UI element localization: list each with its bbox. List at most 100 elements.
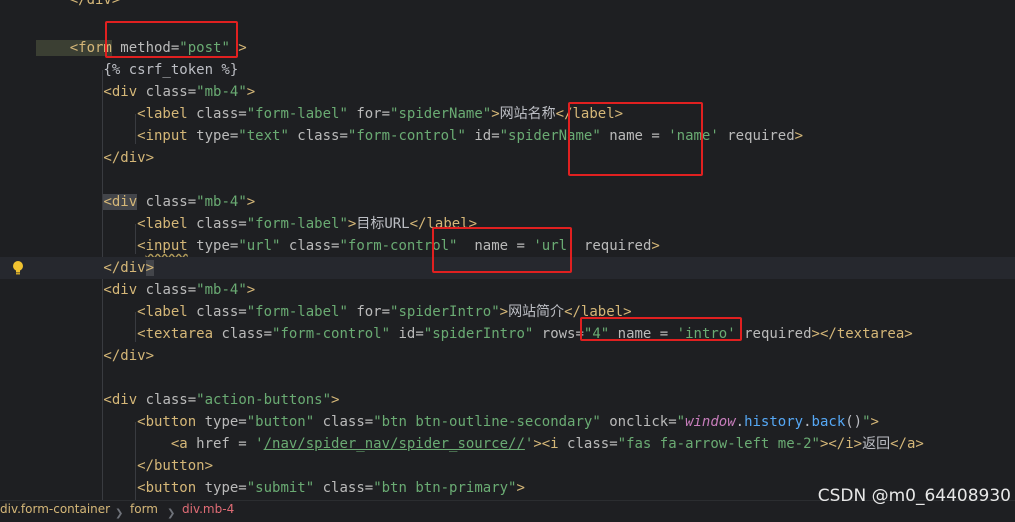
code-token: </div> bbox=[36, 0, 121, 8]
code-token: 网站名称 bbox=[499, 106, 556, 122]
code-token: class= bbox=[187, 304, 247, 320]
code-editor[interactable]: </div> <form method="post" > {% csrf_tok… bbox=[0, 0, 1015, 500]
code-line-content: <div class="action-buttons"> bbox=[36, 389, 339, 411]
code-token: 返回 bbox=[862, 436, 891, 452]
breadcrumb-item-form-container[interactable]: div.form-container bbox=[0, 501, 110, 518]
code-token: "spiderIntro" bbox=[423, 326, 534, 342]
code-token: class= bbox=[137, 84, 197, 100]
code-line[interactable]: {% csrf_token %} bbox=[0, 59, 1015, 81]
code-token: required bbox=[575, 238, 652, 254]
code-line[interactable]: <div class="mb-4"> bbox=[0, 279, 1015, 301]
annotation-box-url-attr bbox=[432, 227, 572, 273]
code-line[interactable]: <textarea class="form-control" id="spide… bbox=[0, 323, 1015, 345]
code-token: <button bbox=[36, 414, 197, 430]
code-token: "url" bbox=[238, 238, 281, 254]
code-line[interactable]: <label class="form-label" for="spiderNam… bbox=[0, 103, 1015, 125]
code-token: class= bbox=[187, 216, 247, 232]
code-token: class= bbox=[213, 326, 273, 342]
code-token: <label bbox=[36, 106, 188, 122]
code-line[interactable]: </button> bbox=[0, 455, 1015, 477]
code-token: class= bbox=[280, 238, 340, 254]
code-token: <label bbox=[36, 304, 188, 320]
annotation-box-intro-attr bbox=[580, 317, 742, 341]
code-token: > bbox=[246, 194, 256, 210]
lightbulb-icon[interactable] bbox=[11, 260, 25, 276]
code-token: <button bbox=[36, 480, 197, 496]
code-token: </a> bbox=[890, 436, 924, 452]
code-token: > bbox=[794, 128, 804, 144]
code-line-content: <label class="form-label">目标URL</label> bbox=[36, 213, 477, 235]
code-line[interactable]: <label class="form-label" for="spiderInt… bbox=[0, 301, 1015, 323]
breadcrumb-item-form[interactable]: form bbox=[130, 501, 158, 518]
code-line-content: <div class="mb-4"> bbox=[36, 191, 255, 213]
code-token: ><i bbox=[533, 436, 559, 452]
code-token: type= bbox=[196, 414, 247, 430]
code-token: > bbox=[246, 282, 256, 298]
code-token: class= bbox=[288, 128, 348, 144]
code-token: history bbox=[744, 414, 804, 430]
code-line[interactable]: <input type="text" class="form-control" … bbox=[0, 125, 1015, 147]
code-token: window bbox=[685, 414, 736, 430]
code-token: <a bbox=[36, 436, 188, 452]
code-line[interactable]: <div class="mb-4"> bbox=[0, 81, 1015, 103]
code-token: > bbox=[491, 106, 500, 122]
code-line[interactable]: <div class="action-buttons"> bbox=[0, 389, 1015, 411]
code-line[interactable]: <div class="mb-4"> bbox=[0, 191, 1015, 213]
code-token: . bbox=[803, 414, 812, 430]
code-token: " bbox=[676, 414, 686, 430]
code-line[interactable]: </div> bbox=[0, 0, 1015, 11]
code-token: <div bbox=[36, 84, 138, 100]
code-line[interactable]: <button type="button" class="btn btn-out… bbox=[0, 411, 1015, 433]
code-token: id= bbox=[390, 326, 424, 342]
code-token: <div bbox=[103, 194, 138, 210]
code-token: <div bbox=[36, 282, 138, 298]
code-token: () bbox=[845, 414, 863, 430]
code-token: "form-label" bbox=[246, 216, 348, 232]
code-line-content: <label class="form-label" for="spiderNam… bbox=[36, 103, 623, 125]
code-token: "form-label" bbox=[246, 106, 348, 122]
code-token: "btn btn-outline-secondary" bbox=[373, 414, 601, 430]
code-line[interactable] bbox=[0, 367, 1015, 389]
code-token: </div> bbox=[36, 348, 155, 364]
watermark-text: CSDN @m0_64408930 bbox=[817, 486, 1011, 506]
code-token: <textarea bbox=[36, 326, 214, 342]
code-token: required bbox=[718, 128, 795, 144]
code-token: "button" bbox=[246, 414, 315, 430]
code-token: "mb-4" bbox=[196, 282, 247, 298]
code-token: "form-control" bbox=[272, 326, 391, 342]
code-token: <label bbox=[36, 216, 188, 232]
code-token: "btn btn-primary" bbox=[373, 480, 517, 496]
code-line[interactable]: </div> bbox=[0, 345, 1015, 367]
code-line-content: </div> bbox=[36, 345, 154, 367]
code-token: required bbox=[735, 326, 812, 342]
code-token: "action-buttons" bbox=[196, 392, 332, 408]
code-token: for= bbox=[347, 304, 391, 320]
code-token: "spiderName" bbox=[390, 106, 492, 122]
breadcrumb-separator-icon: ❯ bbox=[115, 508, 124, 519]
code-token: back bbox=[811, 414, 846, 430]
breadcrumb-item-mb-4[interactable]: div.mb-4 bbox=[182, 501, 234, 518]
code-token: href = bbox=[187, 436, 256, 452]
code-token: "mb-4" bbox=[196, 194, 247, 210]
code-token: class= bbox=[314, 480, 374, 496]
code-line-content: <label class="form-label" for="spiderInt… bbox=[36, 301, 631, 323]
code-line-content: <div class="mb-4"> bbox=[36, 279, 255, 301]
code-line-content: </div> bbox=[36, 147, 154, 169]
code-line[interactable]: </div> bbox=[0, 147, 1015, 169]
code-token: < bbox=[36, 238, 146, 254]
code-token: "form-control" bbox=[347, 128, 466, 144]
code-line[interactable] bbox=[0, 169, 1015, 191]
code-line-content: <a href = '/nav/spider_nav/spider_source… bbox=[36, 433, 924, 455]
code-line-content: <div class="mb-4"> bbox=[36, 81, 255, 103]
code-line-content: {% csrf_token %} bbox=[36, 59, 238, 81]
code-token: "spiderIntro" bbox=[390, 304, 500, 320]
code-token: </button> bbox=[36, 458, 214, 474]
code-line[interactable]: <a href = '/nav/spider_nav/spider_source… bbox=[0, 433, 1015, 455]
code-token: class= bbox=[558, 436, 618, 452]
annotation-box-form-method bbox=[105, 21, 238, 58]
code-token: </div bbox=[36, 260, 146, 276]
breadcrumb-separator-icon: ❯ bbox=[167, 508, 176, 519]
code-token: class= bbox=[314, 414, 374, 430]
code-line-content: </button> bbox=[36, 455, 213, 477]
